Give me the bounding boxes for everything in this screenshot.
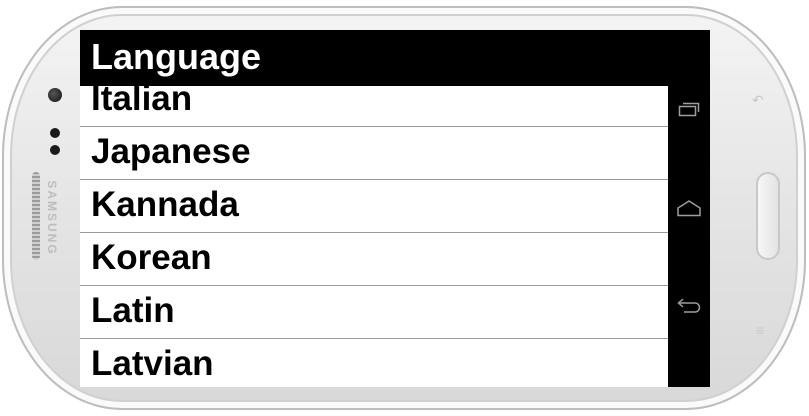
proximity-sensor [50,128,60,138]
screen: Language Italian Japanese Kannada Korean… [80,30,710,387]
list-item[interactable]: Kannada [80,180,668,233]
list-item-label: Korean [91,238,212,277]
action-bar: Language [80,30,668,86]
home-icon[interactable] [676,195,702,221]
hardware-menu-icon[interactable]: ≡ [756,322,764,338]
list-item[interactable]: Italian [80,86,668,127]
list-item-label: Italian [91,86,193,118]
hardware-home-button[interactable] [756,172,780,260]
list-item[interactable]: Japanese [80,127,668,180]
recent-apps-icon[interactable] [676,96,702,122]
list-item[interactable]: Korean [80,233,668,286]
language-list[interactable]: Italian Japanese Kannada Korean Latin La… [80,86,668,387]
page-title: Language [91,36,262,77]
list-item[interactable]: Latin [80,286,668,339]
back-icon[interactable] [676,292,702,318]
list-item-label: Latvian [91,344,214,383]
navigation-bar [668,30,710,387]
list-item-label: Japanese [91,132,251,171]
list-item-label: Kannada [91,185,239,224]
list-item-label: Latin [91,291,175,330]
list-item[interactable]: Latvian [80,339,668,387]
light-sensor [50,145,60,155]
hardware-back-icon[interactable]: ↶ [752,92,764,109]
front-camera [48,88,62,102]
